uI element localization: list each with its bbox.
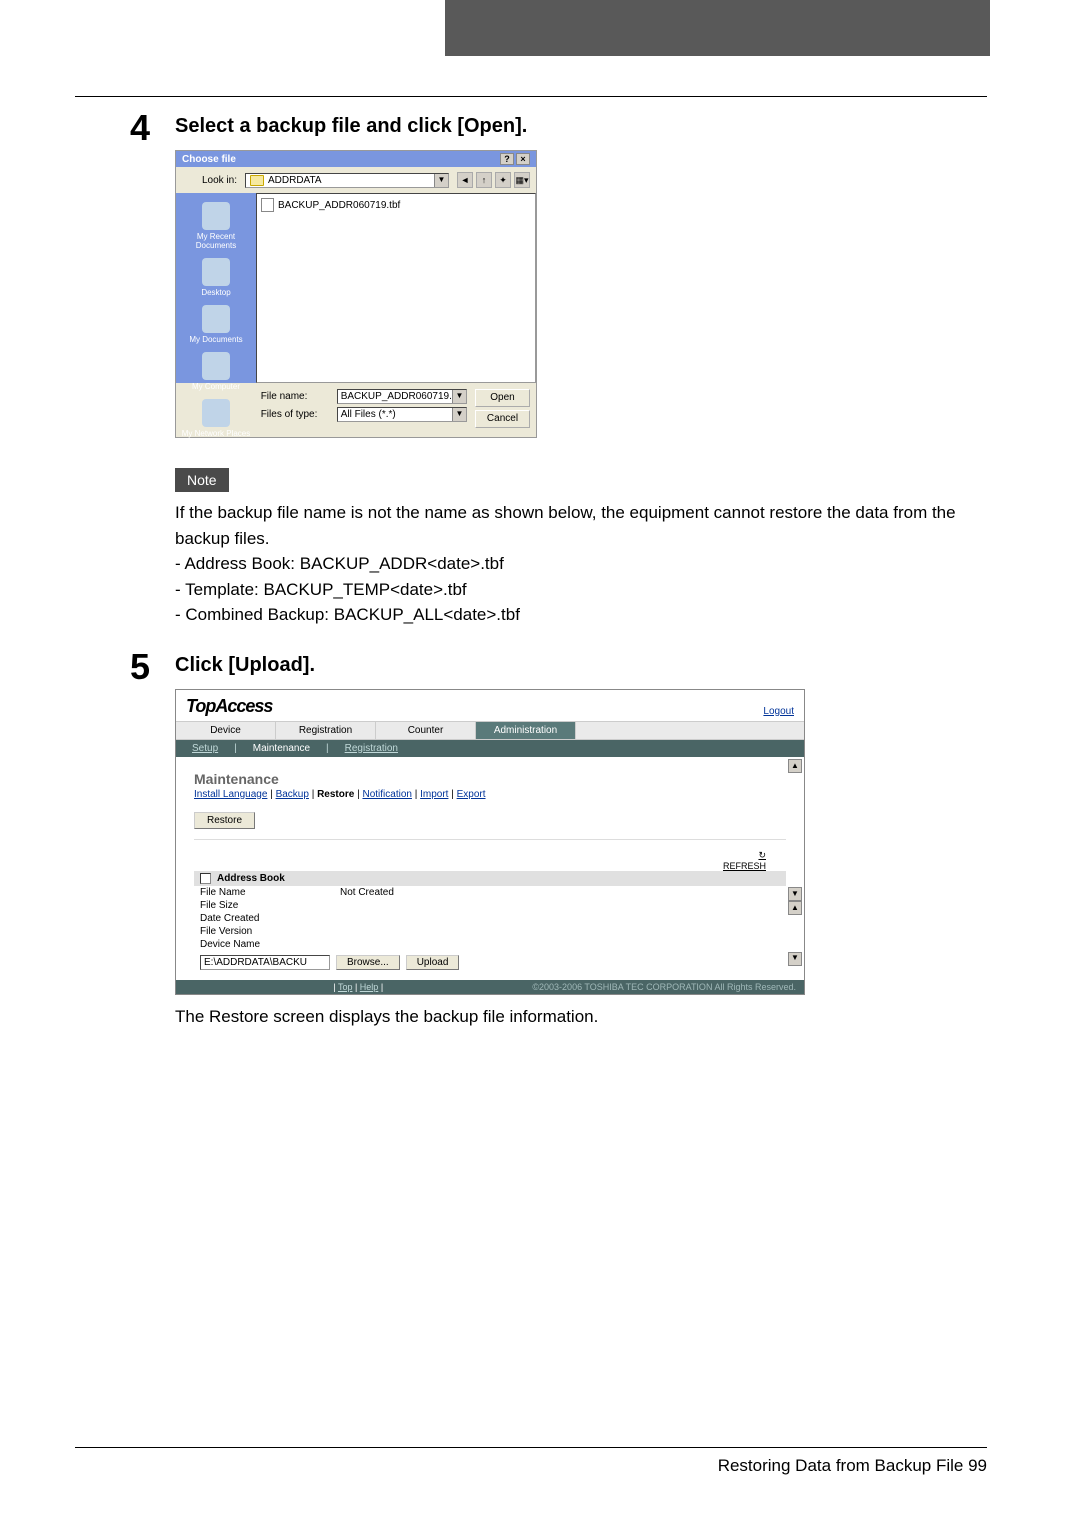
tab-administration[interactable]: Administration: [476, 722, 576, 739]
browse-button[interactable]: Browse...: [336, 955, 400, 970]
note-item-1: - Address Book: BACKUP_ADDR<date>.tbf: [175, 551, 990, 577]
recent-docs-icon: [202, 202, 230, 230]
choose-file-dialog: Choose file ? × Look in: ADDRDATA ▼ ◄: [175, 150, 537, 438]
note-text: If the backup file name is not the name …: [175, 500, 990, 551]
page-footer-text: Restoring Data from Backup File 99: [75, 1456, 987, 1476]
subtab-maintenance[interactable]: Maintenance: [237, 740, 326, 757]
file-item[interactable]: BACKUP_ADDR060719.tbf: [260, 197, 532, 213]
scroll-up-icon[interactable]: ▲: [788, 759, 802, 773]
help-button[interactable]: ?: [500, 153, 514, 165]
filename-info-label: File Name: [200, 887, 340, 898]
close-button[interactable]: ×: [516, 153, 530, 165]
link-import[interactable]: Import: [420, 789, 448, 800]
date-info-label: Date Created: [200, 913, 340, 924]
lookin-label: Look in:: [182, 175, 237, 186]
chevron-down-icon[interactable]: ▼: [452, 390, 466, 403]
back-icon[interactable]: ◄: [457, 172, 473, 188]
restore-button[interactable]: Restore: [194, 812, 255, 829]
cancel-button[interactable]: Cancel: [475, 410, 530, 428]
sidebar-my-documents[interactable]: My Documents: [176, 301, 256, 348]
refresh-icon: ↻: [758, 850, 766, 860]
footer-copyright: ©2003-2006 TOSHIBA TEC CORPORATION All R…: [532, 982, 796, 992]
filename-input[interactable]: BACKUP_ADDR060719.tbf ▼: [337, 389, 467, 404]
my-computer-icon: [202, 352, 230, 380]
places-sidebar: My Recent Documents Desktop My Documents…: [176, 193, 256, 383]
footer-top-link[interactable]: Top: [338, 982, 353, 992]
tab-counter[interactable]: Counter: [376, 722, 476, 739]
version-info-label: File Version: [200, 926, 340, 937]
device-info-label: Device Name: [200, 939, 340, 950]
step-number-4: 4: [130, 107, 150, 149]
topaccess-screenshot: TopAccess Logout Device Registration Cou…: [175, 689, 805, 995]
tab-device[interactable]: Device: [176, 722, 276, 739]
filename-info-value: Not Created: [340, 887, 394, 898]
footer-rule: [75, 1447, 987, 1448]
sub-tabs: Setup | Maintenance | Registration: [176, 740, 804, 757]
filetype-label: Files of type:: [261, 409, 331, 420]
file-icon: [261, 198, 274, 212]
up-folder-icon[interactable]: ↑: [476, 172, 492, 188]
note-item-2: - Template: BACKUP_TEMP<date>.tbf: [175, 577, 990, 603]
folder-icon: [250, 175, 264, 186]
view-menu-icon[interactable]: ▦▾: [514, 172, 530, 188]
main-tabs: Device Registration Counter Administrati…: [176, 721, 804, 740]
step5-title: Click [Upload].: [175, 654, 990, 677]
file-item-name: BACKUP_ADDR060719.tbf: [278, 200, 400, 211]
my-documents-icon: [202, 305, 230, 333]
sidebar-my-recent[interactable]: My Recent Documents: [176, 198, 256, 254]
scroll-down-icon[interactable]: ▼: [788, 887, 802, 901]
tab-registration[interactable]: Registration: [276, 722, 376, 739]
sidebar-desktop[interactable]: Desktop: [176, 254, 256, 301]
logout-link[interactable]: Logout: [763, 706, 794, 717]
subtab-registration[interactable]: Registration: [329, 740, 414, 757]
step4-title: Select a backup file and click [Open].: [175, 115, 990, 138]
refresh-link[interactable]: ↻ REFRESH: [194, 850, 786, 871]
topaccess-logo: TopAccess: [186, 696, 272, 717]
scroll-up-icon-2[interactable]: ▲: [788, 901, 802, 915]
link-backup[interactable]: Backup: [276, 789, 309, 800]
chevron-down-icon[interactable]: ▼: [452, 408, 466, 421]
new-folder-icon[interactable]: ✦: [495, 172, 511, 188]
address-book-label: Address Book: [217, 873, 285, 884]
note-label: Note: [175, 468, 229, 492]
chevron-down-icon[interactable]: ▼: [434, 174, 448, 187]
header-gray-block: [445, 0, 990, 56]
link-restore[interactable]: Restore: [317, 789, 354, 800]
link-export[interactable]: Export: [457, 789, 486, 800]
footer-help-link[interactable]: Help: [360, 982, 379, 992]
upload-button[interactable]: Upload: [406, 955, 460, 970]
address-book-section: Address Book: [194, 871, 786, 886]
top-horizontal-rule: [75, 96, 987, 97]
dialog-titlebar: Choose file ? ×: [176, 151, 536, 167]
divider: [194, 839, 786, 840]
filesize-info-label: File Size: [200, 900, 340, 911]
note-item-3: - Combined Backup: BACKUP_ALL<date>.tbf: [175, 602, 990, 628]
maintenance-heading: Maintenance: [194, 771, 786, 787]
lookin-value: ADDRDATA: [268, 175, 322, 186]
file-list-area[interactable]: BACKUP_ADDR060719.tbf: [256, 193, 536, 383]
scroll-down-icon-2[interactable]: ▼: [788, 952, 802, 966]
step-number-5: 5: [130, 646, 150, 688]
link-notification[interactable]: Notification: [362, 789, 411, 800]
sidebar-my-computer[interactable]: My Computer: [176, 348, 256, 395]
open-button[interactable]: Open: [475, 389, 530, 407]
address-book-checkbox[interactable]: [200, 873, 211, 884]
file-path-input[interactable]: E:\ADDRDATA\BACKU: [200, 955, 330, 970]
filetype-dropdown[interactable]: All Files (*.*) ▼: [337, 407, 467, 422]
lookin-dropdown[interactable]: ADDRDATA ▼: [245, 173, 449, 188]
dialog-title: Choose file: [182, 154, 236, 165]
step5-caption: The Restore screen displays the backup f…: [175, 1007, 990, 1027]
maintenance-links: Install Language | Backup | Restore | No…: [194, 789, 786, 800]
desktop-icon: [202, 258, 230, 286]
filename-label: File name:: [261, 391, 331, 402]
topaccess-footer: | Top | Help | ©2003-2006 TOSHIBA TEC CO…: [176, 980, 804, 994]
subtab-setup[interactable]: Setup: [176, 740, 234, 757]
link-install-language[interactable]: Install Language: [194, 789, 267, 800]
